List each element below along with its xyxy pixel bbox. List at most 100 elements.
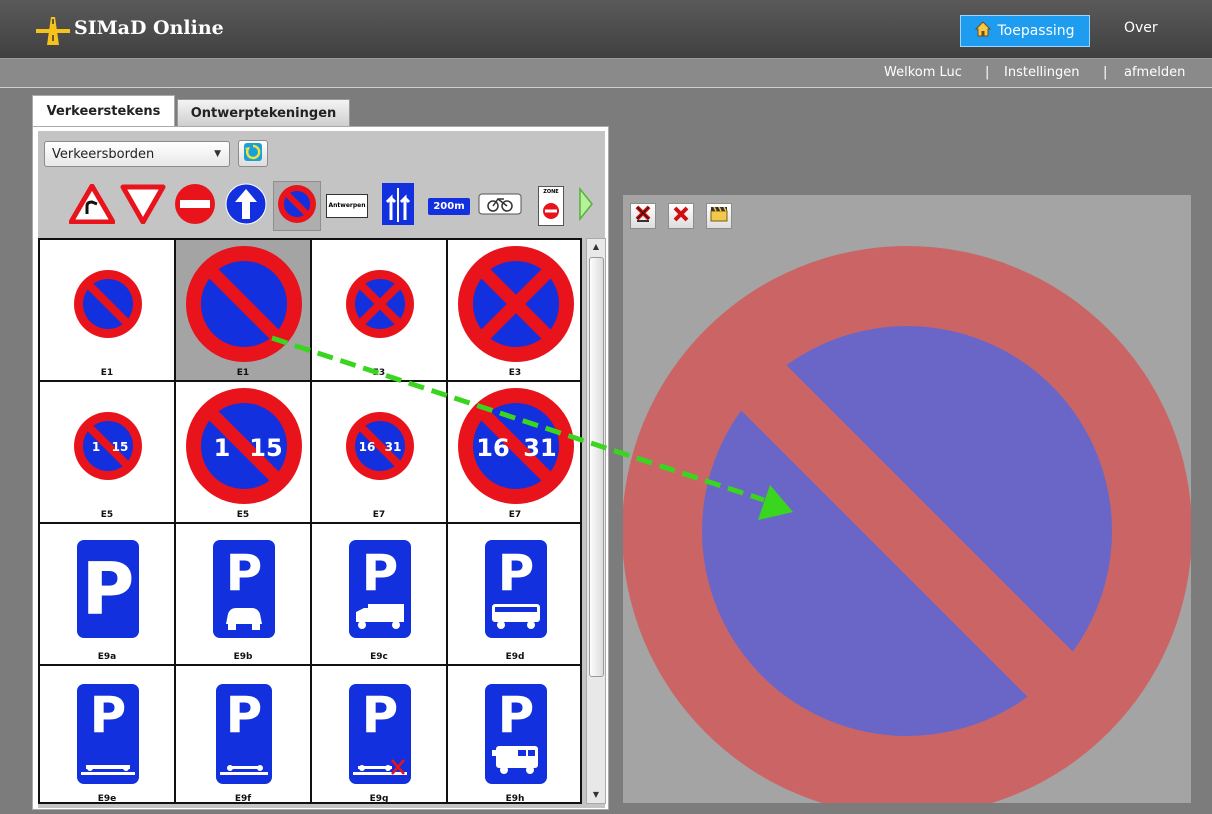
sign-day-left: 16: [476, 434, 509, 462]
sign-cell-e9d[interactable]: P E9d: [448, 524, 580, 666]
category-priority-signs[interactable]: [119, 181, 167, 231]
category-prohibition-signs[interactable]: [171, 181, 219, 231]
clapperboard-icon: [709, 204, 729, 228]
chevron-down-icon: ▼: [214, 149, 221, 159]
sign-label: E3: [508, 368, 522, 378]
category-parking-signs[interactable]: [273, 181, 321, 231]
delete-button[interactable]: [668, 203, 694, 229]
sign-preview: [622, 246, 1192, 814]
no-parking-sign-icon: [74, 270, 142, 338]
sign-label: E1: [236, 368, 250, 378]
no-stopping-sign-icon: [346, 270, 414, 338]
sign-cell-e9a[interactable]: P E9a: [40, 524, 176, 666]
sign-label: E1: [100, 368, 114, 378]
parking-letter: P: [498, 544, 535, 602]
user-bar: Welkom Luc | Instellingen | afmelden: [0, 58, 1212, 88]
refresh-icon: [243, 142, 263, 166]
sign-cell-e9f[interactable]: P E9f: [176, 666, 312, 802]
sign-label: E9c: [370, 652, 388, 662]
sign-label: E9a: [97, 652, 117, 662]
parking-bus-sign-icon: P: [485, 540, 547, 638]
chevron-right-icon: [576, 186, 594, 225]
scroll-up-icon[interactable]: ▲: [587, 239, 605, 255]
warning-triangle-icon: [68, 183, 116, 228]
parking-letter: P: [226, 686, 263, 744]
settings-link[interactable]: Instellingen: [1004, 65, 1080, 80]
delete-icon: [671, 204, 691, 228]
ahead-arrow-icon: [224, 182, 268, 230]
sign-cell-e3-large[interactable]: E3: [448, 240, 580, 382]
sign-label: E9g: [369, 794, 389, 804]
sign-label: E3: [372, 368, 386, 378]
distance-panel-icon: 200m: [428, 197, 470, 215]
sign-cell-e7-large[interactable]: 16 31 E7: [448, 382, 580, 524]
sign-cell-e1-small[interactable]: E1: [40, 240, 176, 382]
category-warning-signs[interactable]: [68, 181, 116, 231]
parking-sidewalk-sign-icon: P: [77, 684, 139, 784]
logout-link[interactable]: afmelden: [1124, 65, 1185, 80]
parking-letter: P: [362, 686, 399, 744]
tab-ontwerptekeningen[interactable]: Ontwerptekeningen: [177, 99, 350, 127]
sign-cell-e5-small[interactable]: 1 15 E5: [40, 382, 176, 524]
sign-cell-e9g[interactable]: P E9g: [312, 666, 448, 804]
sign-cell-e9h[interactable]: P E9h: [448, 666, 580, 802]
delete-all-button[interactable]: [630, 203, 656, 229]
lane-arrows-icon: [381, 182, 415, 230]
alternate-parking-sign-icon: 1 15: [186, 388, 302, 504]
sign-day-right: 15: [112, 440, 129, 454]
sign-day-left: 1: [92, 440, 100, 454]
parking-letter: P: [82, 547, 135, 631]
nav-toepassing-label: Toepassing: [997, 23, 1075, 39]
category-additional-panels[interactable]: 200m: [425, 181, 473, 231]
sign-cell-e9b[interactable]: P E9b: [176, 524, 312, 666]
sign-cell-e9e[interactable]: P E9e: [40, 666, 176, 802]
sign-cell-e3-small[interactable]: E3: [312, 240, 448, 382]
sign-grid: E1 E1 E3 E3 1 15 E5 1 15 E5 16 31 E7 16 …: [38, 238, 582, 804]
parking-sign-icon: P: [77, 540, 139, 638]
refresh-button[interactable]: [238, 140, 268, 167]
no-stopping-sign-icon: [458, 246, 574, 362]
delete-all-icon: [633, 204, 653, 228]
sign-cell-e9c[interactable]: P E9c: [312, 524, 448, 666]
parking-truck-sign-icon: P: [349, 540, 411, 638]
place-name-sign-icon: Antwerpen: [326, 194, 368, 218]
sign-cell-e7-small[interactable]: 16 31 E7: [312, 382, 448, 524]
no-parking-sign-icon: [186, 246, 302, 362]
drawing-canvas[interactable]: [622, 195, 1192, 814]
sign-type-select[interactable]: Verkeersborden ▼: [44, 141, 230, 167]
parking-letter: P: [362, 544, 399, 602]
yield-triangle-icon: [120, 184, 166, 228]
sign-grid-scrollbar[interactable]: ▲ ▼: [586, 238, 606, 804]
parking-street-sign-icon: P: [349, 684, 411, 784]
sign-cell-e1-large[interactable]: E1: [176, 240, 312, 382]
top-bar: SIMaD Online Toepassing Over: [0, 0, 1212, 58]
parking-letter: P: [90, 686, 127, 744]
sign-day-right: 31: [385, 440, 402, 454]
categories-next-button[interactable]: [570, 181, 600, 231]
nav-over-link[interactable]: Over: [1124, 20, 1158, 36]
alternate-parking-sign-icon: 16 31: [458, 388, 574, 504]
welcome-text: Welkom Luc: [884, 65, 962, 80]
sign-cell-e5-large[interactable]: 1 15 E5: [176, 382, 312, 524]
sign-label: E7: [508, 510, 522, 520]
sign-label: E7: [372, 510, 386, 520]
alternate-parking-sign-icon: 16 31: [346, 412, 414, 480]
sign-day-right: 31: [523, 434, 556, 462]
sign-day-left: 16: [359, 440, 376, 454]
parking-car-sign-icon: P: [213, 540, 275, 638]
sign-label: E5: [236, 510, 250, 520]
zone-sign-icon: ZONE: [538, 186, 564, 226]
parking-letter: P: [226, 544, 263, 602]
category-mandatory-signs[interactable]: [222, 181, 270, 231]
nav-toepassing-button[interactable]: Toepassing: [960, 15, 1090, 47]
scroll-thumb[interactable]: [589, 257, 604, 677]
category-cycle-signs[interactable]: [476, 181, 524, 231]
media-button[interactable]: [706, 203, 732, 229]
category-zone-signs[interactable]: ZONE: [527, 181, 575, 231]
category-lane-signs[interactable]: [374, 181, 422, 231]
scroll-down-icon[interactable]: ▼: [587, 787, 605, 803]
category-info-panels[interactable]: Antwerpen: [323, 181, 371, 231]
sign-label: E9d: [505, 652, 525, 662]
tab-verkeerstekens[interactable]: Verkeerstekens: [32, 95, 175, 127]
sign-label: E9b: [233, 652, 253, 662]
